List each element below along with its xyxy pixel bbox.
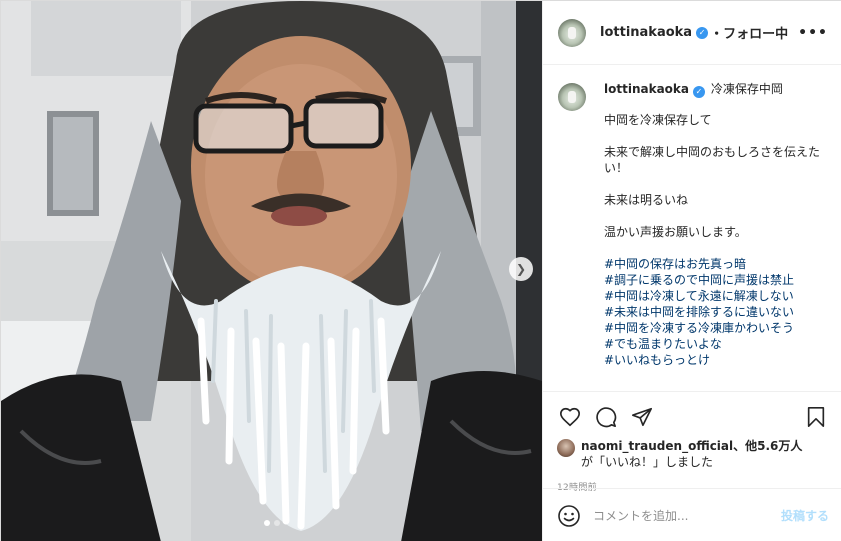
photo-icon [1,1,542,541]
emoji-icon[interactable] [557,504,581,528]
next-photo-button[interactable]: ❯ [509,257,533,281]
liker-username[interactable]: naomi_trauden_official [581,439,733,453]
bookmark-icon [807,407,825,427]
like-button[interactable] [557,404,583,430]
save-button[interactable] [803,404,829,430]
caption: lottinakaoka ✓ 冷凍保存中岡 中岡を冷凍保存して 未来で解凍し中岡の… [543,65,841,391]
verified-badge-icon: ✓ [692,86,705,98]
verified-badge-icon: ✓ [696,26,709,39]
following-status[interactable]: ・フォロー中 [710,23,788,42]
caption-line: 中岡を冷凍保存して [604,113,712,127]
hashtag-link[interactable]: #中岡の保存はお先真っ暗 [604,256,824,272]
chevron-right-icon: ❯ [515,262,527,276]
comment-input[interactable] [593,508,781,523]
post-photo[interactable]: ❯ [1,1,542,541]
caption-username[interactable]: lottinakaoka [604,82,689,96]
carousel-dot-active [263,520,270,526]
carousel-dot [273,520,280,526]
hashtag-link[interactable]: #未来は中岡を排除するに違いない [604,304,824,320]
likes-others[interactable]: 、他5.6万人 [733,439,802,453]
comment-button[interactable] [593,404,619,430]
caption-title: 冷凍保存中岡 [710,82,783,96]
hashtag-link[interactable]: #中岡は冷凍して永遠に解凍しない [604,288,824,304]
carousel-indicator [1,520,542,526]
post-comment-button[interactable]: 投稿する [781,507,829,524]
post-sidebar: lottinakaoka ✓ ・フォロー中 ••• lottinakaoka ✓ … [542,1,841,541]
instagram-post: ❯ lottinakaoka ✓ ・フォロー中 ••• lottinakaoka… [0,0,841,541]
comment-bar: 投稿する [543,488,841,541]
hashtag-link[interactable]: #でも温まりたいよな [604,336,824,352]
hashtag-link[interactable]: #調子に乗るので中岡に声援は禁止 [604,272,824,288]
caption-line: 未来は明るいね [604,193,689,207]
caption-line: 未来で解凍し中岡のおもしろさを伝えたい！ [604,145,821,175]
caption-line: 温かい声援お願いします。 [604,225,747,239]
post-actions: naomi_trauden_official、他5.6万人 が「いいね！」しまし… [543,391,841,493]
liker-avatar[interactable] [557,439,575,457]
caption-body: lottinakaoka ✓ 冷凍保存中岡 中岡を冷凍保存して 未来で解凍し中岡の… [604,81,824,368]
likes-text: naomi_trauden_official、他5.6万人 が「いいね！」しまし… [581,438,802,470]
share-icon [632,407,652,427]
comment-icon [596,407,617,428]
caption-avatar[interactable] [558,83,586,111]
heart-icon [560,407,580,427]
action-bar [557,400,829,434]
hashtag-link[interactable]: #いいねもらっとけ [604,352,824,368]
hashtag-link[interactable]: #中岡を冷凍する冷凍庫かわいそう [604,320,824,336]
likes-summary: naomi_trauden_official、他5.6万人 が「いいね！」しまし… [557,438,829,470]
more-options-icon[interactable]: ••• [798,25,828,41]
share-button[interactable] [629,404,655,430]
avatar[interactable] [558,18,586,47]
post-header: lottinakaoka ✓ ・フォロー中 ••• [543,1,841,65]
header-username[interactable]: lottinakaoka [600,25,692,40]
likes-suffix: が「いいね！」しました [581,455,714,469]
